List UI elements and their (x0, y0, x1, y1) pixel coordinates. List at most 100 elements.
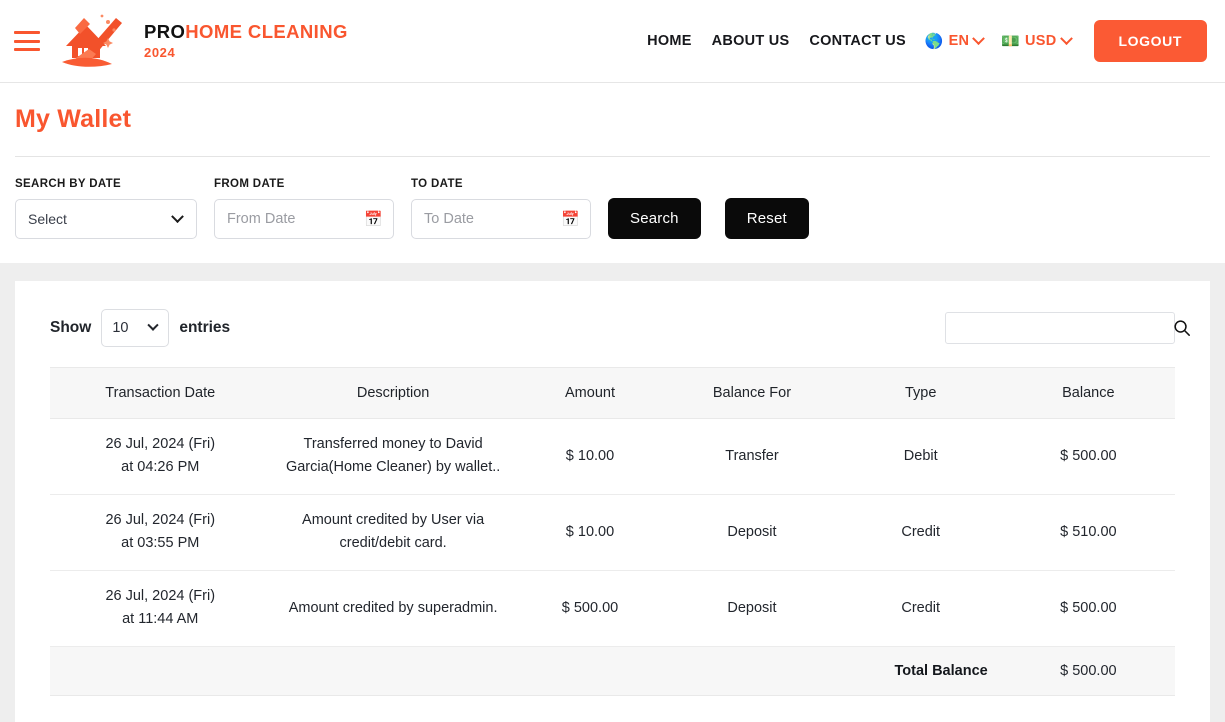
page-title: My Wallet (15, 105, 132, 133)
from-date-box[interactable]: 📅 (214, 199, 394, 239)
transaction-date-line1: 26 Jul, 2024 (Fri) (105, 511, 216, 528)
show-entries-group: Show 10 entries (50, 309, 230, 347)
column-header-balance-for[interactable]: Balance For (664, 367, 840, 419)
table-body: 26 Jul, 2024 (Fri) at 04:26 PM Transferr… (50, 418, 1175, 647)
logo-brand-text: HOME CLEANING (185, 21, 348, 43)
table-row: 26 Jul, 2024 (Fri) at 04:26 PM Transferr… (50, 418, 1175, 495)
table-footer: Total Balance $ 500.00 (50, 646, 1175, 696)
house-broom-logo-icon (62, 14, 122, 67)
cell-transaction-date: 26 Jul, 2024 (Fri) at 03:55 PM (50, 494, 271, 571)
cell-description: Amount credited by User via credit/debit… (270, 494, 516, 571)
column-header-type[interactable]: Type (839, 367, 1002, 419)
page-header-block: My Wallet (0, 83, 1225, 134)
cell-transaction-date: 26 Jul, 2024 (Fri) at 04:26 PM (50, 418, 271, 495)
show-label: Show (50, 319, 92, 336)
cell-balance-for: Deposit (664, 570, 840, 647)
cell-description: Transferred money to David Garcia(Home C… (270, 418, 516, 495)
site-header: PROHOME CLEANING 2024 HOME ABOUT US CONT… (0, 0, 1225, 83)
search-by-date-label: SEARCH BY DATE (15, 178, 122, 190)
chevron-down-icon (171, 209, 184, 223)
currency-selector[interactable]: 💵 USD (992, 31, 1079, 50)
hamburger-bar (14, 39, 40, 43)
column-header-description[interactable]: Description (270, 367, 516, 419)
to-date-input[interactable] (424, 211, 578, 227)
from-date-input[interactable] (227, 211, 381, 227)
to-date-box[interactable]: 📅 (411, 199, 591, 239)
from-date-field: FROM DATE 📅 (214, 178, 394, 239)
cell-balance-for: Deposit (664, 494, 840, 571)
cell-amount: $ 500.00 (515, 570, 665, 647)
table-search-group (945, 312, 1190, 344)
search-by-date-value: Select (28, 211, 67, 227)
logo-pro-text: PRO (144, 21, 186, 43)
wallet-card: Show 10 entries Transaction Date Descrip… (15, 281, 1210, 722)
hamburger-bar (14, 48, 40, 51)
cell-type: Debit (839, 418, 1002, 495)
cell-amount: $ 10.00 (515, 418, 665, 495)
cell-transaction-date: 26 Jul, 2024 (Fri) at 11:44 AM (50, 570, 271, 647)
column-header-balance[interactable]: Balance (1001, 367, 1175, 419)
table-head: Transaction Date Description Amount Bala… (50, 367, 1175, 419)
language-code: EN (948, 33, 970, 49)
to-date-label: TO DATE (411, 178, 463, 190)
language-selector[interactable]: 🌎 EN (916, 31, 992, 50)
to-date-field: TO DATE 📅 (411, 178, 591, 239)
total-balance-label: Total Balance (839, 646, 1002, 696)
logo-year-text: 2024 (144, 44, 176, 60)
cell-amount: $ 10.00 (515, 494, 665, 571)
filter-bar: SEARCH BY DATE Select FROM DATE 📅 TO DAT… (0, 157, 1225, 263)
content-background: Show 10 entries Transaction Date Descrip… (0, 263, 1225, 722)
cell-balance: $ 500.00 (1001, 570, 1175, 647)
footer-spacer (515, 646, 665, 696)
chevron-down-icon (1059, 31, 1073, 45)
search-by-date-field: SEARCH BY DATE Select (15, 178, 197, 239)
from-date-label: FROM DATE (214, 178, 285, 190)
nav-item-home[interactable]: HOME (637, 33, 702, 49)
search-button[interactable]: Search (608, 198, 701, 239)
chevron-down-icon (147, 319, 160, 331)
table-search-input[interactable] (945, 312, 1175, 344)
transaction-date-line2: at 11:44 AM (122, 611, 199, 628)
main-navigation: HOME ABOUT US CONTACT US 🌎 EN 💵 USD LOGO… (637, 20, 1207, 62)
transaction-date-line1: 26 Jul, 2024 (Fri) (105, 587, 216, 604)
reset-button[interactable]: Reset (724, 198, 809, 239)
calendar-icon[interactable]: 📅 (364, 212, 383, 227)
transaction-date-line1: 26 Jul, 2024 (Fri) (105, 436, 216, 452)
currency-code: USD (1025, 33, 1057, 49)
site-logo[interactable]: PROHOME CLEANING 2024 (56, 12, 348, 70)
cell-balance: $ 510.00 (1001, 494, 1175, 571)
table-controls: Show 10 entries (35, 303, 1190, 367)
table-header-row: Transaction Date Description Amount Bala… (50, 367, 1175, 419)
banknote-icon: 💵 (1001, 32, 1020, 50)
calendar-icon[interactable]: 📅 (561, 212, 580, 227)
cell-balance: $ 500.00 (1001, 418, 1175, 495)
footer-spacer (664, 646, 840, 696)
entries-label: entries (179, 319, 231, 336)
chevron-down-icon (972, 31, 986, 45)
wallet-transactions-table: Transaction Date Description Amount Bala… (50, 367, 1175, 696)
nav-item-about-us[interactable]: ABOUT US (702, 33, 800, 49)
hamburger-bar (14, 31, 40, 34)
hamburger-menu-icon[interactable] (14, 31, 40, 51)
column-header-transaction-date[interactable]: Transaction Date (50, 367, 271, 419)
total-balance-row: Total Balance $ 500.00 (50, 646, 1175, 696)
table-row: 26 Jul, 2024 (Fri) at 03:55 PM Amount cr… (50, 494, 1175, 571)
transaction-date-line2: at 03:55 PM (121, 535, 200, 552)
search-by-date-select[interactable]: Select (15, 199, 197, 239)
nav-item-contact-us[interactable]: CONTACT US (799, 33, 915, 49)
cell-balance-for: Transfer (664, 418, 840, 495)
table-row: 26 Jul, 2024 (Fri) at 11:44 AM Amount cr… (50, 570, 1175, 647)
column-header-amount[interactable]: Amount (515, 367, 665, 419)
logout-button[interactable]: LOGOUT (1093, 20, 1207, 62)
cell-type: Credit (839, 494, 1002, 571)
globe-icon: 🌎 (924, 32, 944, 50)
page-length-value: 10 (112, 320, 129, 336)
page-length-select[interactable]: 10 (101, 309, 170, 347)
footer-spacer (50, 646, 271, 696)
cell-type: Credit (839, 570, 1002, 647)
total-balance-value: $ 500.00 (1001, 646, 1175, 696)
transaction-date-line2: at 04:26 PM (121, 459, 200, 476)
search-icon[interactable] (1173, 319, 1191, 337)
cell-description: Amount credited by superadmin. (270, 570, 516, 647)
footer-spacer (270, 646, 516, 696)
